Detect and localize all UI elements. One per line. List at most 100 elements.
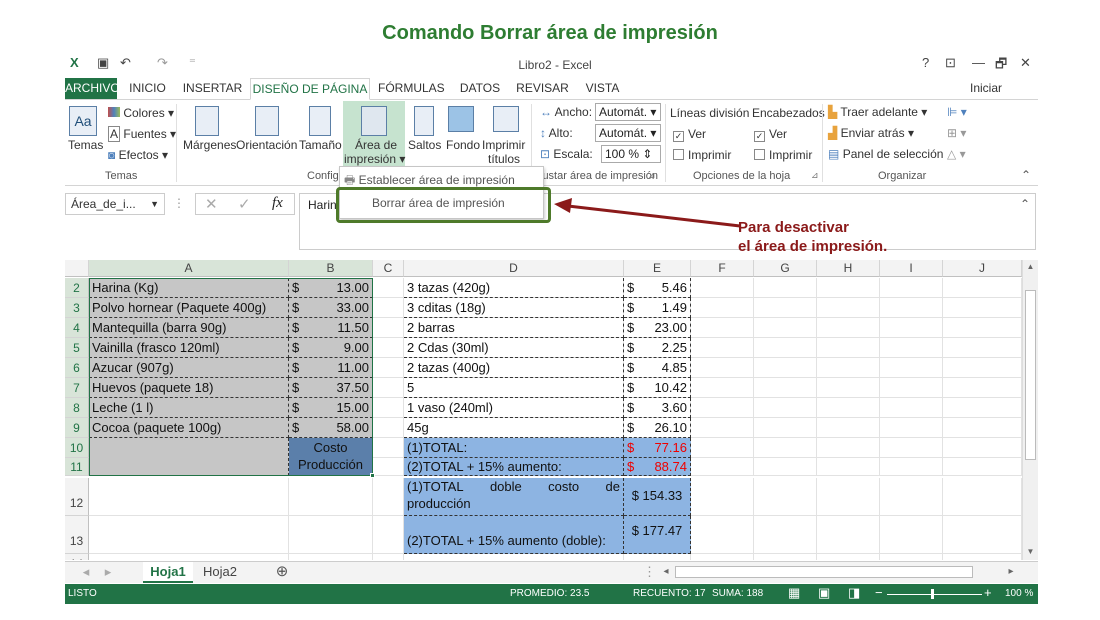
breaks-button[interactable]: Saltos — [408, 138, 441, 152]
cell-price[interactable]: $33.00 — [289, 298, 373, 318]
grid-cell[interactable] — [817, 278, 880, 298]
grid-cell[interactable] — [817, 478, 880, 516]
cell-quantity[interactable]: 45g — [404, 418, 624, 438]
cell-ingredient[interactable]: Cocoa (paquete 100g) — [89, 418, 289, 438]
row-header[interactable]: 2 — [65, 278, 89, 298]
cell-total-double-plus[interactable]: (2)TOTAL + 15% aumento (doble): — [404, 516, 624, 554]
column-header[interactable]: B — [289, 260, 373, 277]
cell-total-double-value[interactable]: $ 154.33 — [624, 478, 691, 516]
grid-cell[interactable] — [880, 554, 943, 560]
restore-button[interactable]: 🗗 — [995, 55, 1007, 77]
grid-cell[interactable] — [289, 554, 373, 560]
row-header[interactable]: 12 — [65, 478, 89, 516]
grid-cell[interactable] — [691, 554, 754, 560]
grid-cell[interactable] — [691, 438, 754, 458]
cell-cost[interactable]: $26.10 — [624, 418, 691, 438]
grid-cell[interactable] — [817, 554, 880, 560]
row-header[interactable]: 6 — [65, 358, 89, 378]
grid-cell[interactable] — [880, 298, 943, 318]
grid-cell[interactable] — [373, 318, 404, 338]
grid-cell[interactable] — [943, 438, 1022, 458]
grid-cell[interactable] — [691, 318, 754, 338]
grid-cell[interactable] — [754, 378, 817, 398]
grid-cell[interactable] — [373, 458, 404, 476]
row-header[interactable]: 14 — [65, 554, 89, 560]
cell-quantity[interactable]: 2 tazas (400g) — [404, 358, 624, 378]
collapse-ribbon-icon[interactable]: ⌃ — [1021, 168, 1031, 182]
column-header[interactable]: D — [404, 260, 624, 277]
tab-revisar[interactable]: REVISAR — [515, 78, 570, 99]
grid-cell[interactable] — [289, 516, 373, 554]
grid-cell[interactable] — [817, 438, 880, 458]
grid-cell[interactable] — [624, 554, 691, 560]
name-box[interactable]: Área_de_i... ▼ — [65, 193, 165, 215]
grid-cell[interactable] — [373, 378, 404, 398]
scroll-down-icon[interactable]: ▼ — [1025, 547, 1036, 558]
grid-cell[interactable] — [943, 358, 1022, 378]
row-header[interactable]: 5 — [65, 338, 89, 358]
tab-formulas[interactable]: FÓRMULAS — [378, 78, 445, 99]
cell-cost[interactable]: $1.49 — [624, 298, 691, 318]
grid-cell[interactable] — [943, 554, 1022, 560]
grid-cell[interactable] — [691, 298, 754, 318]
grid-cell[interactable] — [817, 378, 880, 398]
group-icon[interactable]: ⊞ ▾ — [947, 126, 966, 140]
cell-cost[interactable]: $5.46 — [624, 278, 691, 298]
row-header[interactable]: 8 — [65, 398, 89, 418]
scroll-up-icon[interactable]: ▲ — [1025, 262, 1036, 273]
grid-cell[interactable] — [943, 298, 1022, 318]
grid-cell[interactable] — [943, 278, 1022, 298]
cell-ingredient[interactable]: Leche (1 l) — [89, 398, 289, 418]
colors-button[interactable]: Colores ▾ — [108, 106, 174, 120]
sheet-tab-hoja1[interactable]: Hoja1 — [143, 562, 193, 583]
grid-cell[interactable] — [373, 298, 404, 318]
gridlines-print-checkbox[interactable]: Imprimir — [673, 148, 731, 162]
column-header[interactable]: C — [373, 260, 404, 277]
grid-cell[interactable] — [880, 338, 943, 358]
grid-cell[interactable] — [943, 516, 1022, 554]
zoom-in-icon[interactable]: + — [984, 585, 992, 600]
grid-cell[interactable] — [817, 398, 880, 418]
print-titles-label-1[interactable]: Imprimir — [482, 138, 525, 152]
print-titles-label-2[interactable]: títulos — [488, 152, 520, 166]
column-header[interactable]: H — [817, 260, 880, 277]
select-all-corner[interactable] — [65, 260, 89, 277]
grid-cell[interactable] — [89, 516, 289, 554]
rotate-icon[interactable]: △ ▾ — [947, 147, 966, 161]
grid-cell[interactable] — [754, 358, 817, 378]
horizontal-scroll-thumb[interactable] — [675, 566, 973, 578]
cell-price[interactable]: $15.00 — [289, 398, 373, 418]
redo-icon[interactable]: ↷ — [157, 55, 168, 71]
grid-cell[interactable] — [691, 278, 754, 298]
cell-total-double-plus-value[interactable]: $ 177.47 — [624, 516, 691, 554]
cell-price[interactable]: $11.00 — [289, 358, 373, 378]
cell-cost[interactable]: $2.25 — [624, 338, 691, 358]
page-layout-view-icon[interactable]: ▣ — [818, 585, 830, 601]
signin-link[interactable]: Iniciar sesión — [970, 78, 1038, 115]
chevron-down-icon[interactable]: ▼ — [150, 194, 159, 214]
cell-quantity[interactable]: (1)TOTAL: — [404, 438, 624, 458]
cell-total-double[interactable]: (1)TOTAL doble costo de producción — [404, 478, 624, 516]
fill-handle[interactable] — [370, 473, 375, 478]
grid-cell[interactable] — [373, 438, 404, 458]
grid-cell[interactable] — [943, 378, 1022, 398]
grid-cell[interactable] — [817, 516, 880, 554]
row-header[interactable]: 9 — [65, 418, 89, 438]
grid-cell[interactable] — [880, 278, 943, 298]
scroll-thumb[interactable] — [1025, 290, 1036, 460]
grid-cell[interactable] — [880, 358, 943, 378]
cell-quantity[interactable]: 3 cditas (18g) — [404, 298, 624, 318]
align-icon[interactable]: ⊫ ▾ — [947, 105, 967, 119]
cell-cost[interactable]: $10.42 — [624, 378, 691, 398]
grid-cell[interactable] — [817, 338, 880, 358]
scale-stepper[interactable]: 100 % ⇕ — [601, 145, 661, 163]
themes-button[interactable]: Temas — [68, 138, 103, 152]
orientation-button[interactable]: Orientación — [236, 138, 297, 152]
cell-quantity[interactable]: 2 Cdas (30ml) — [404, 338, 624, 358]
dialog-launcher-icon[interactable]: ⊿ — [811, 170, 819, 181]
row-header[interactable]: 10 — [65, 438, 89, 458]
effects-button[interactable]: ◙ Efectos ▾ — [108, 148, 168, 162]
tab-archivo[interactable]: ARCHIVO — [65, 78, 120, 99]
cell-cost[interactable]: $23.00 — [624, 318, 691, 338]
row-header[interactable]: 13 — [65, 516, 89, 554]
